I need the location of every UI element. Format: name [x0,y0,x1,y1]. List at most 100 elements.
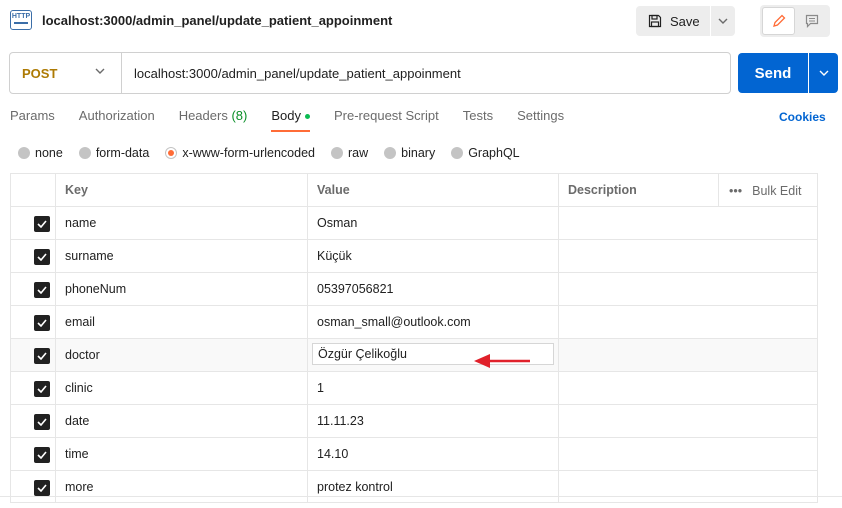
tab-pre-request-script[interactable]: Pre-request Script [334,104,439,132]
tab-headers[interactable]: Headers (8) [179,104,248,132]
radio-label: x-www-form-urlencoded [182,146,315,160]
key-cell[interactable]: doctor [56,339,308,372]
key-cell[interactable]: name [56,207,308,240]
check-icon [37,385,47,393]
http-request-icon: HTTP [10,10,32,30]
key-cell[interactable]: date [56,405,308,438]
radio-circle-icon [18,147,30,159]
row-checkbox[interactable] [34,348,50,364]
url-input[interactable]: localhost:3000/admin_panel/update_patien… [122,66,730,81]
header-key: Key [56,174,308,207]
key-cell[interactable]: clinic [56,372,308,405]
check-icon [37,451,47,459]
more-options-icon[interactable]: ••• [729,184,742,198]
row-checkbox[interactable] [34,249,50,265]
divider [0,496,842,497]
table-row: clinic 1 [11,372,817,405]
annotation-arrow-icon [474,354,530,368]
row-checkbox[interactable] [34,381,50,397]
description-cell[interactable] [559,372,817,405]
tab-label: Tests [462,108,494,123]
key-cell[interactable]: more [56,471,308,502]
chevron-down-icon [718,18,728,24]
save-options-button[interactable] [711,6,735,36]
radio-form-data[interactable]: form-data [78,146,150,160]
tab-settings[interactable]: Settings [517,104,564,132]
check-cell [11,207,56,240]
tab-tests[interactable]: Tests [463,104,493,132]
row-checkbox[interactable] [34,447,50,463]
value-cell[interactable]: osman_small@outlook.com [308,306,559,339]
save-button[interactable]: Save [636,6,710,36]
radio-graphql[interactable]: GraphQL [451,146,520,160]
value-cell[interactable]: Küçük [308,240,559,273]
radio-binary[interactable]: binary [384,146,435,160]
row-checkbox[interactable] [34,480,50,496]
description-cell[interactable] [559,405,817,438]
radio-raw[interactable]: raw [331,146,368,160]
method-select[interactable]: POST [10,53,122,93]
value-cell[interactable]: 1 [308,372,559,405]
radio-label: raw [348,146,369,160]
radio-label: binary [401,146,436,160]
value-cell[interactable]: 11.11.23 [308,405,559,438]
tab-body[interactable]: Body [271,104,310,132]
value-cell[interactable]: Osman [308,207,559,240]
table-row: time 14.10 [11,438,817,471]
request-title[interactable]: localhost:3000/admin_panel/update_patien… [42,13,392,28]
send-options-button[interactable] [809,53,838,93]
row-checkbox[interactable] [34,216,50,232]
header-check-cell [11,174,56,207]
radio-none[interactable]: none [18,146,63,160]
tab-label: Settings [517,108,565,123]
save-label: Save [670,13,700,29]
chevron-down-icon [819,70,828,76]
key-cell[interactable]: time [56,438,308,471]
radio-circle-icon [78,147,91,159]
edit-mode-button[interactable] [762,7,795,35]
key-cell[interactable]: surname [56,240,308,273]
header-description: Description [559,174,719,207]
bulk-edit-button[interactable]: Bulk Edit [752,184,801,198]
row-checkbox[interactable] [34,315,50,331]
comment-icon [805,14,818,28]
check-cell [11,372,56,405]
description-cell[interactable] [559,207,817,240]
table-row: more protez kontrol [11,471,817,502]
key-cell[interactable]: email [56,306,308,339]
check-icon [37,253,47,261]
radio-label: form-data [95,146,150,160]
table-row: doctor Özgür Çelikoğlu [11,339,817,372]
send-button[interactable]: Send [738,53,808,93]
description-cell[interactable] [559,471,817,502]
row-checkbox[interactable] [34,414,50,430]
radio-x-www-form-urlencoded[interactable]: x-www-form-urlencoded [165,146,315,160]
tab-label: Authorization [78,108,155,123]
active-dot-icon [304,114,310,120]
tab-authorization[interactable]: Authorization [79,104,155,132]
radio-circle-icon [451,147,464,159]
tab-label: Params [10,108,55,123]
radio-circle-icon [165,147,178,159]
description-cell[interactable] [559,438,817,471]
vertical-scrollbar[interactable] [835,173,841,503]
cookies-link[interactable]: Cookies [779,110,826,124]
row-checkbox[interactable] [34,282,50,298]
body-type-options: none form-data x-www-form-urlencoded raw… [18,146,536,160]
description-cell[interactable] [559,339,817,372]
check-icon [37,220,47,228]
key-cell[interactable]: phoneNum [56,273,308,306]
tab-params[interactable]: Params [10,104,55,132]
header-value: Value [308,174,559,207]
value-cell[interactable]: 05397056821 [308,273,559,306]
value-cell[interactable]: 14.10 [308,438,559,471]
body-params-table: Key Value Description ••• Bulk Edit name… [10,173,818,503]
check-cell [11,471,56,502]
value-cell[interactable]: protez kontrol [308,471,559,502]
check-icon [37,484,47,492]
description-cell[interactable] [559,306,817,339]
description-cell[interactable] [559,273,817,306]
comments-button[interactable] [795,7,828,35]
table-row: surname Küçük [11,240,817,273]
description-cell[interactable] [559,240,817,273]
